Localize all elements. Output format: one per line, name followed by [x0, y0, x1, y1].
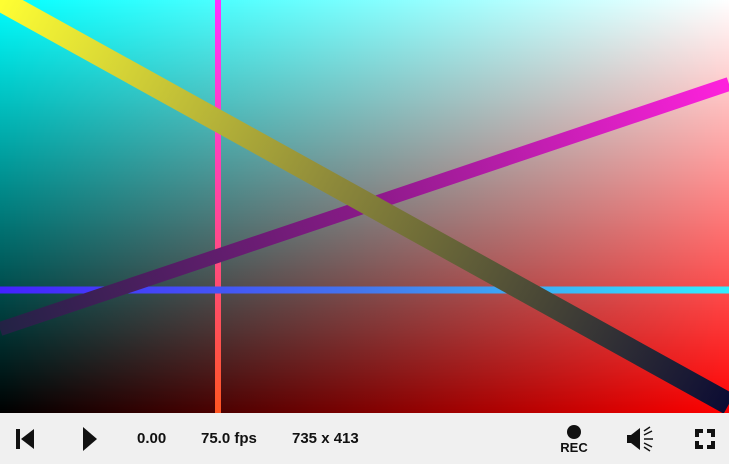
- record-label: REC: [560, 439, 588, 455]
- fullscreen-icon: [695, 428, 715, 449]
- time-readout: 0.00: [137, 430, 167, 447]
- skip-to-start-icon: [16, 428, 34, 449]
- canvas-svg: [0, 0, 729, 413]
- render-canvas[interactable]: [0, 0, 729, 413]
- record-dot-icon: [567, 424, 581, 439]
- record-button[interactable]: REC: [553, 413, 595, 464]
- resolution-readout: 735 x 413: [292, 430, 359, 447]
- rewind-button[interactable]: [8, 413, 42, 464]
- speaker-volume-icon: [627, 425, 653, 452]
- fullscreen-button[interactable]: [686, 413, 724, 464]
- play-icon: [83, 426, 97, 451]
- fps-readout: 75.0 fps: [201, 430, 257, 447]
- control-bar: 0.00 75.0 fps 735 x 413 REC: [0, 413, 729, 464]
- play-button[interactable]: [72, 413, 108, 464]
- volume-button[interactable]: [620, 413, 662, 464]
- shader-player: 0.00 75.0 fps 735 x 413 REC: [0, 0, 729, 464]
